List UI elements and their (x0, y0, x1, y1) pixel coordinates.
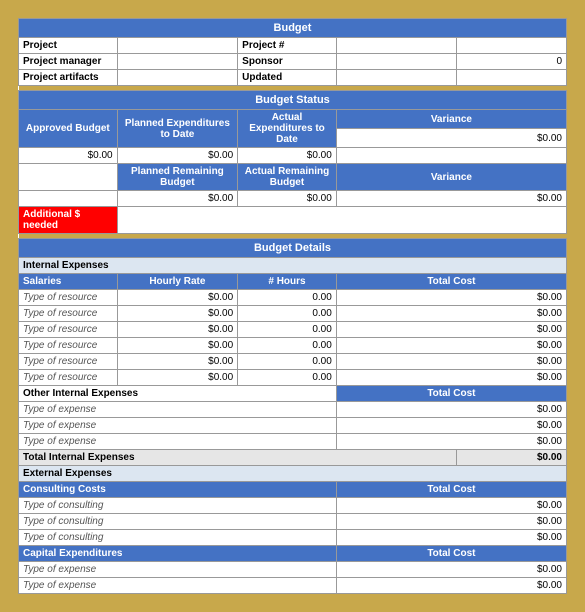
sponsor-label: Sponsor (238, 54, 337, 70)
capital-row-1: Type of expense $0.00 (19, 562, 567, 578)
hourly-rate-header: Hourly Rate (117, 274, 238, 290)
planned-value[interactable]: $0.00 (117, 148, 238, 164)
salaries-label: Salaries (19, 274, 118, 290)
external-expenses-label: External Expenses (19, 466, 567, 482)
consulting-row-2: Type of consulting $0.00 (19, 514, 567, 530)
consulting-row-3: Type of consulting $0.00 (19, 530, 567, 546)
resource-row-6: Type of resource $0.00 0.00 $0.00 (19, 370, 567, 386)
resource-cost-4[interactable]: $0.00 (336, 338, 566, 354)
expense-cost-1[interactable]: $0.00 (336, 402, 566, 418)
actual-value[interactable]: $0.00 (238, 148, 337, 164)
resource-rate-1[interactable]: $0.00 (117, 290, 238, 306)
resource-cost-6[interactable]: $0.00 (336, 370, 566, 386)
resource-name-2[interactable]: Type of resource (19, 306, 118, 322)
resource-hours-3[interactable]: 0.00 (238, 322, 337, 338)
budget-details-title: Budget Details (19, 239, 567, 258)
total-cost-header4: Total Cost (336, 546, 566, 562)
variance-value1[interactable]: $0.00 (336, 129, 566, 148)
resource-hours-4[interactable]: 0.00 (238, 338, 337, 354)
resource-cost-3[interactable]: $0.00 (336, 322, 566, 338)
expense-name-2[interactable]: Type of expense (19, 418, 337, 434)
capital-name-2[interactable]: Type of expense (19, 578, 337, 594)
consulting-label: Consulting Costs (19, 482, 337, 498)
consulting-name-1[interactable]: Type of consulting (19, 498, 337, 514)
capital-cost-1[interactable]: $0.00 (336, 562, 566, 578)
resource-name-6[interactable]: Type of resource (19, 370, 118, 386)
resource-row-5: Type of resource $0.00 0.00 $0.00 (19, 354, 567, 370)
consulting-row-1: Type of consulting $0.00 (19, 498, 567, 514)
expense-name-1[interactable]: Type of expense (19, 402, 337, 418)
planned-exp-header: Planned Expenditures to Date (117, 110, 238, 148)
resource-rate-3[interactable]: $0.00 (117, 322, 238, 338)
budget-title: Budget (19, 19, 567, 38)
total-cost-header2: Total Cost (336, 386, 566, 402)
planned-remaining-header: Planned Remaining Budget (117, 164, 238, 191)
resource-rate-4[interactable]: $0.00 (117, 338, 238, 354)
total-cost-header: Total Cost (336, 274, 566, 290)
capital-name-1[interactable]: Type of expense (19, 562, 337, 578)
capital-label: Capital Expenditures (19, 546, 337, 562)
consulting-name-3[interactable]: Type of consulting (19, 530, 337, 546)
updated-label: Updated (238, 70, 337, 86)
resource-rate-6[interactable]: $0.00 (117, 370, 238, 386)
budget-status-title: Budget Status (19, 91, 567, 110)
consulting-cost-1[interactable]: $0.00 (336, 498, 566, 514)
resource-row-4: Type of resource $0.00 0.00 $0.00 (19, 338, 567, 354)
planned-remaining-value[interactable]: $0.00 (117, 191, 238, 207)
sponsor-value[interactable]: 0 (457, 54, 567, 70)
other-internal-label: Other Internal Expenses (19, 386, 337, 402)
resource-cost-1[interactable]: $0.00 (336, 290, 566, 306)
expense-row-2: Type of expense $0.00 (19, 418, 567, 434)
resource-name-3[interactable]: Type of resource (19, 322, 118, 338)
capital-row-2: Type of expense $0.00 (19, 578, 567, 594)
actual-exp-header: Actual Expenditures to Date (238, 110, 337, 148)
resource-row-3: Type of resource $0.00 0.00 $0.00 (19, 322, 567, 338)
expense-row-3: Type of expense $0.00 (19, 434, 567, 450)
variance-header: Variance (336, 110, 566, 129)
internal-expenses-label: Internal Expenses (19, 258, 567, 274)
resource-hours-6[interactable]: 0.00 (238, 370, 337, 386)
resource-rate-2[interactable]: $0.00 (117, 306, 238, 322)
resource-name-4[interactable]: Type of resource (19, 338, 118, 354)
consulting-cost-3[interactable]: $0.00 (336, 530, 566, 546)
resource-cost-2[interactable]: $0.00 (336, 306, 566, 322)
consulting-name-2[interactable]: Type of consulting (19, 514, 337, 530)
capital-cost-2[interactable]: $0.00 (336, 578, 566, 594)
expense-cost-2[interactable]: $0.00 (336, 418, 566, 434)
project-artifacts-label: Project artifacts (19, 70, 118, 86)
variance-header2: Variance (336, 164, 566, 191)
resource-row-1: Type of resource $0.00 0.00 $0.00 (19, 290, 567, 306)
resource-cost-5[interactable]: $0.00 (336, 354, 566, 370)
project-num-label: Project # (238, 38, 337, 54)
actual-remaining-header: Actual Remaining Budget (238, 164, 337, 191)
project-label: Project (19, 38, 118, 54)
resource-hours-5[interactable]: 0.00 (238, 354, 337, 370)
resource-rate-5[interactable]: $0.00 (117, 354, 238, 370)
hours-header: # Hours (238, 274, 337, 290)
approved-budget-header: Approved Budget (19, 110, 118, 148)
total-internal-label: Total Internal Expenses (19, 450, 457, 466)
additional-needed-label: Additional $ needed (19, 207, 118, 234)
resource-row-2: Type of resource $0.00 0.00 $0.00 (19, 306, 567, 322)
variance-value2[interactable]: $0.00 (336, 191, 566, 207)
spreadsheet-container: Budget Project Project # Project manager… (10, 10, 575, 602)
resource-name-5[interactable]: Type of resource (19, 354, 118, 370)
total-cost-header3: Total Cost (336, 482, 566, 498)
expense-name-3[interactable]: Type of expense (19, 434, 337, 450)
expense-cost-3[interactable]: $0.00 (336, 434, 566, 450)
resource-hours-1[interactable]: 0.00 (238, 290, 337, 306)
resource-hours-2[interactable]: 0.00 (238, 306, 337, 322)
actual-remaining-value[interactable]: $0.00 (238, 191, 337, 207)
total-internal-value[interactable]: $0.00 (457, 450, 567, 466)
resource-name-1[interactable]: Type of resource (19, 290, 118, 306)
consulting-cost-2[interactable]: $0.00 (336, 514, 566, 530)
approved-value[interactable]: $0.00 (19, 148, 118, 164)
project-manager-label: Project manager (19, 54, 118, 70)
expense-row-1: Type of expense $0.00 (19, 402, 567, 418)
